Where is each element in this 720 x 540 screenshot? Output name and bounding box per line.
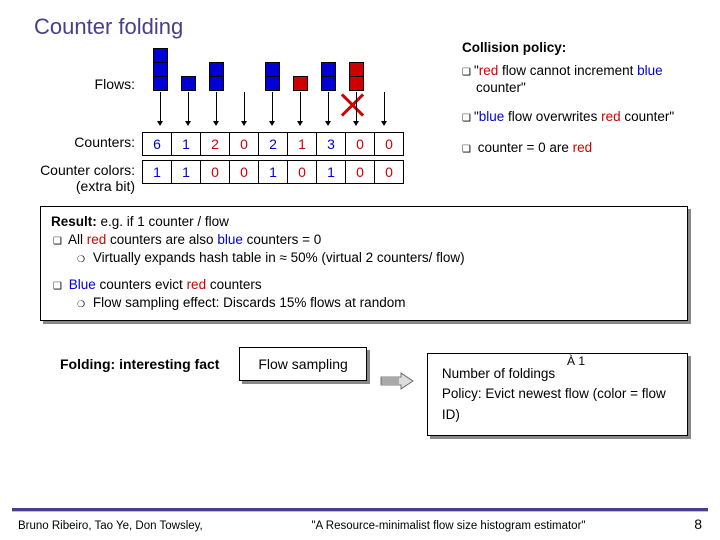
color-cell: 1	[316, 160, 346, 184]
color-cell: 0	[229, 160, 259, 184]
colors-row: 110010100	[143, 160, 404, 184]
fact-title: Folding: interesting fact	[60, 356, 219, 372]
flow-square	[153, 48, 168, 63]
color-cell: 0	[345, 160, 375, 184]
counter-cell: 1	[287, 132, 317, 156]
collision-policy: Collision policy: "red flow cannot incre…	[462, 40, 702, 162]
arrow-icon	[379, 371, 415, 389]
rule-3: counter = 0 are red	[462, 140, 702, 157]
arrow-down	[272, 92, 273, 122]
color-cell: 0	[200, 160, 230, 184]
arrow-down	[188, 92, 189, 122]
fact-right-box: À 1 Number of foldings Policy: Evict new…	[427, 353, 688, 436]
a1-annotation: À 1	[567, 352, 585, 370]
footer: Bruno Ribeiro, Tao Ye, Don Towsley, "A R…	[0, 516, 720, 532]
colors-label: Counter colors: (extra bit)	[20, 160, 143, 194]
footer-bar	[12, 508, 708, 512]
counter-cell: 6	[142, 132, 172, 156]
counter-cell: 3	[316, 132, 346, 156]
arrow-down	[216, 92, 217, 122]
counter-cell: 0	[374, 132, 404, 156]
flow-square	[321, 62, 336, 77]
counter-cell: 2	[200, 132, 230, 156]
flow-square	[153, 76, 168, 91]
flow-square	[349, 62, 364, 77]
cross-mark	[339, 92, 365, 118]
counter-cell: 0	[345, 132, 375, 156]
color-cell: 0	[374, 160, 404, 184]
footer-authors: Bruno Ribeiro, Tao Ye, Don Towsley,	[18, 520, 203, 532]
flow-square	[349, 76, 364, 91]
collision-heading: Collision policy:	[462, 40, 702, 57]
flow-diagram	[143, 48, 443, 104]
arrow-down	[328, 92, 329, 122]
color-cell: 1	[171, 160, 201, 184]
flow-sampling-box: Flow sampling	[239, 347, 366, 381]
flow-square	[153, 62, 168, 77]
content-area: Collision policy: "red flow cannot incre…	[0, 40, 720, 436]
color-cell: 0	[287, 160, 317, 184]
flow-square	[321, 76, 336, 91]
fact-section: Folding: interesting fact Flow sampling …	[60, 339, 688, 436]
result-box: Result: e.g. if 1 counter / flow All red…	[40, 206, 688, 321]
counters-row: 612021300	[143, 132, 404, 156]
color-cell: 1	[142, 160, 172, 184]
flows-label: Flows:	[20, 48, 143, 92]
flow-square	[209, 76, 224, 91]
arrow-down	[300, 92, 301, 122]
flow-square	[265, 62, 280, 77]
slide-title: Counter folding	[0, 0, 720, 40]
rule-1: "red flow cannot increment blue counter"	[462, 63, 702, 97]
arrow-down	[244, 92, 245, 122]
flow-square	[293, 76, 308, 91]
arrow-down	[384, 92, 385, 122]
footer-paper: "A Resource-minimalist flow size histogr…	[311, 520, 585, 532]
counter-cell: 2	[258, 132, 288, 156]
rule-2: "blue flow overwrites red counter"	[462, 109, 702, 126]
counter-cell: 1	[171, 132, 201, 156]
counters-label: Counters:	[20, 132, 143, 150]
page-number: 8	[694, 516, 702, 532]
counter-cell: 0	[229, 132, 259, 156]
arrow-down	[160, 92, 161, 122]
flow-square	[181, 76, 196, 91]
arrow-down	[356, 92, 357, 122]
flow-square	[265, 76, 280, 91]
color-cell: 1	[258, 160, 288, 184]
flow-square	[209, 62, 224, 77]
